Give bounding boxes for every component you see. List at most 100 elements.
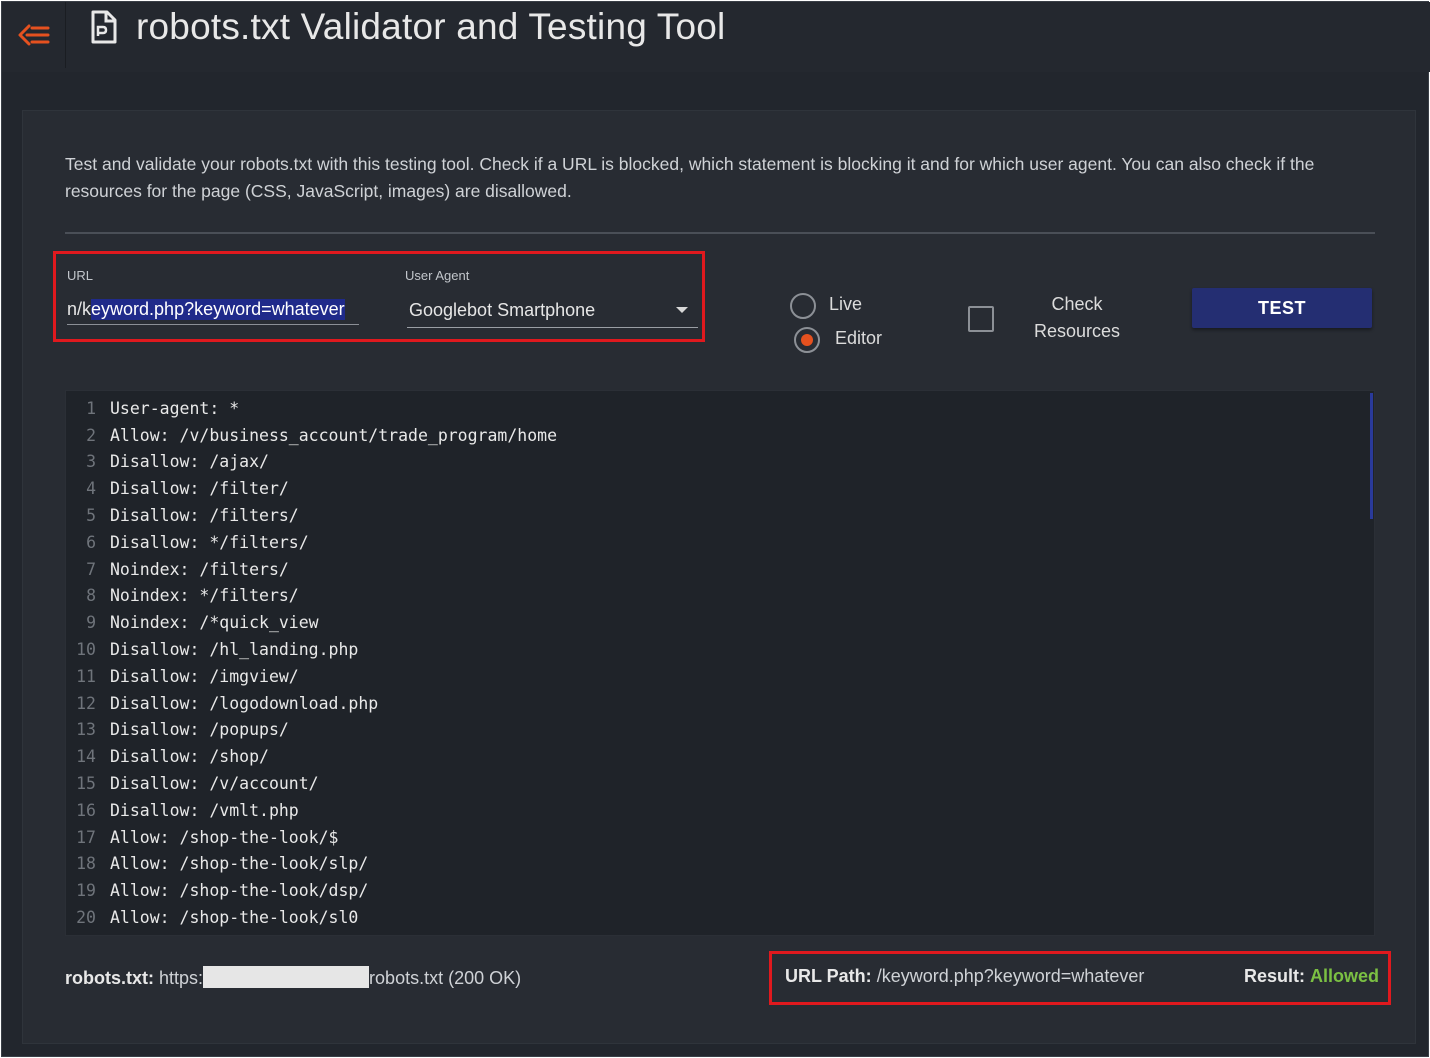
url-path-label: URL Path: [785,966,872,986]
code-line: 12 Disallow: /logodownload.php [66,690,378,717]
user-agent-value: Googlebot Smartphone [409,300,596,320]
code-line: 13 Disallow: /popups/ [66,717,289,744]
code-line: 5 Disallow: /filters/ [66,502,299,529]
line-number: 4 [86,479,96,499]
code-text: Disallow: /filters/ [110,506,299,526]
code-text: Allow: /shop-the-look/slp/ [110,854,369,874]
code-line: 19 Allow: /shop-the-look/dsp/ [66,877,368,904]
divider [65,232,1375,234]
chevron-down-icon [676,307,688,313]
line-number: 18 [76,854,96,874]
document-icon [91,10,117,44]
test-button[interactable]: TEST [1192,288,1372,328]
editor-scrollbar[interactable] [1370,393,1373,519]
result-value: Allowed [1310,966,1380,986]
code-text: Noindex: /filters/ [110,559,289,579]
url-path-value: /keyword.php?keyword=whatever [876,966,1145,986]
code-line: 15 Disallow: /v/account/ [66,770,319,797]
code-text: Allow: /shop-the-look/$ [110,827,339,847]
code-line: 8 Noindex: */filters/ [66,583,299,610]
code-line: 17 Allow: /shop-the-look/$ [66,824,338,851]
app-window: robots.txt Validator and Testing Tool Te… [1,1,1430,1057]
check-resources-line1: Check [1051,294,1103,314]
code-line: 9 Noindex: /*quick_view [66,609,319,636]
line-number: 15 [76,774,96,794]
code-text: Disallow: /logodownload.php [110,693,379,713]
code-text: Disallow: /v/account/ [110,774,319,794]
line-number: 1 [86,398,96,418]
code-line: 16 Disallow: /vmlt.php [66,797,299,824]
line-number: 14 [76,747,96,767]
radio-editor-label: Editor [835,328,883,348]
line-number: 7 [86,559,96,579]
url-path: URL Path: /keyword.php?keyword=whatever [785,966,1144,987]
code-text: Disallow: /filter/ [110,479,289,499]
url-value-selected: eyword.php?keyword=whatever [91,299,345,320]
line-number: 19 [76,881,96,901]
result-label: Result: [1244,966,1306,986]
code-line: 1 User-agent: * [66,395,239,422]
code-text: Disallow: /vmlt.php [110,800,299,820]
code-text: Allow: /shop-the-look/sl0 [110,908,359,928]
page-title: robots.txt Validator and Testing Tool [136,6,726,47]
line-number: 13 [76,720,96,740]
line-number: 5 [86,506,96,526]
code-text: Noindex: */filters/ [110,586,299,606]
intro-text: Test and validate your robots.txt with t… [65,154,1315,201]
url-value-prefix: n/k [67,299,92,319]
line-number: 10 [76,640,96,660]
radio-live-label: Live [829,294,863,314]
line-number: 3 [86,452,96,472]
user-agent-select[interactable]: Googlebot Smartphone [407,294,698,328]
result: Result: Allowed [1244,966,1379,987]
line-number: 2 [86,425,96,445]
check-resources-label: Check Resources [1017,291,1137,345]
user-agent-label: User Agent [405,268,470,283]
code-text: Disallow: /popups/ [110,720,289,740]
back-menu-icon [18,24,49,46]
robots-prefix: https: [159,968,204,988]
line-number: 11 [76,666,96,686]
line-number: 9 [86,613,96,633]
robots-suffix: robots.txt (200 OK) [369,968,522,988]
code-text: Allow: /shop-the-look/dsp/ [110,881,369,901]
code-text: Disallow: /hl_landing.php [110,640,359,660]
code-line: 10 Disallow: /hl_landing.php [66,636,358,663]
robots-editor[interactable]: 1 User-agent: * 2 Allow: /v/business_accoun… [65,390,1375,936]
line-number: 16 [76,800,96,820]
back-menu-button[interactable] [2,2,66,68]
tester-panel: Test and validate your robots.txt with t… [22,110,1416,1044]
code-text: Noindex: /*quick_view [110,613,319,633]
robots-source: robots.txt: https: robots.txt (200 OK) [65,966,521,989]
code-line: 7 Noindex: /filters/ [66,556,289,583]
robots-label: robots.txt: [65,968,154,988]
code-text: Disallow: /shop/ [110,747,269,767]
url-label: URL [67,268,94,283]
line-number: 6 [86,532,96,552]
line-number: 20 [76,908,96,928]
code-text: Allow: /v/business_account/trade_program… [110,425,558,445]
code-text: Disallow: /imgview/ [110,666,299,686]
code-text: User-agent: * [110,398,240,418]
radio-editor[interactable] [794,327,820,353]
code-text: Disallow: /ajax/ [110,452,269,472]
page-header: robots.txt Validator and Testing Tool [90,6,725,48]
code-line: 3 Disallow: /ajax/ [66,449,269,476]
code-text: Disallow: */filters/ [110,532,309,552]
radio-live[interactable] [790,293,816,319]
check-resources-line2: Resources [1033,321,1121,341]
redacted-domain [203,966,370,988]
check-resources-checkbox[interactable] [968,306,994,332]
url-input[interactable]: n/k eyword.php?keyword=whatever [67,295,359,325]
code-line: 18 Allow: /shop-the-look/slp/ [66,851,368,878]
code-line: 4 Disallow: /filter/ [66,475,289,502]
code-line: 20 Allow: /shop-the-look/sl0 [66,904,358,931]
line-number: 12 [76,693,96,713]
code-line: 14 Disallow: /shop/ [66,743,269,770]
code-line: 11 Disallow: /imgview/ [66,663,299,690]
top-bar: robots.txt Validator and Testing Tool [2,2,1430,72]
code-line: 6 Disallow: */filters/ [66,529,309,556]
code-line: 2 Allow: /v/business_account/trade_progra… [66,422,557,449]
line-number: 8 [86,586,96,606]
line-number: 17 [76,827,96,847]
